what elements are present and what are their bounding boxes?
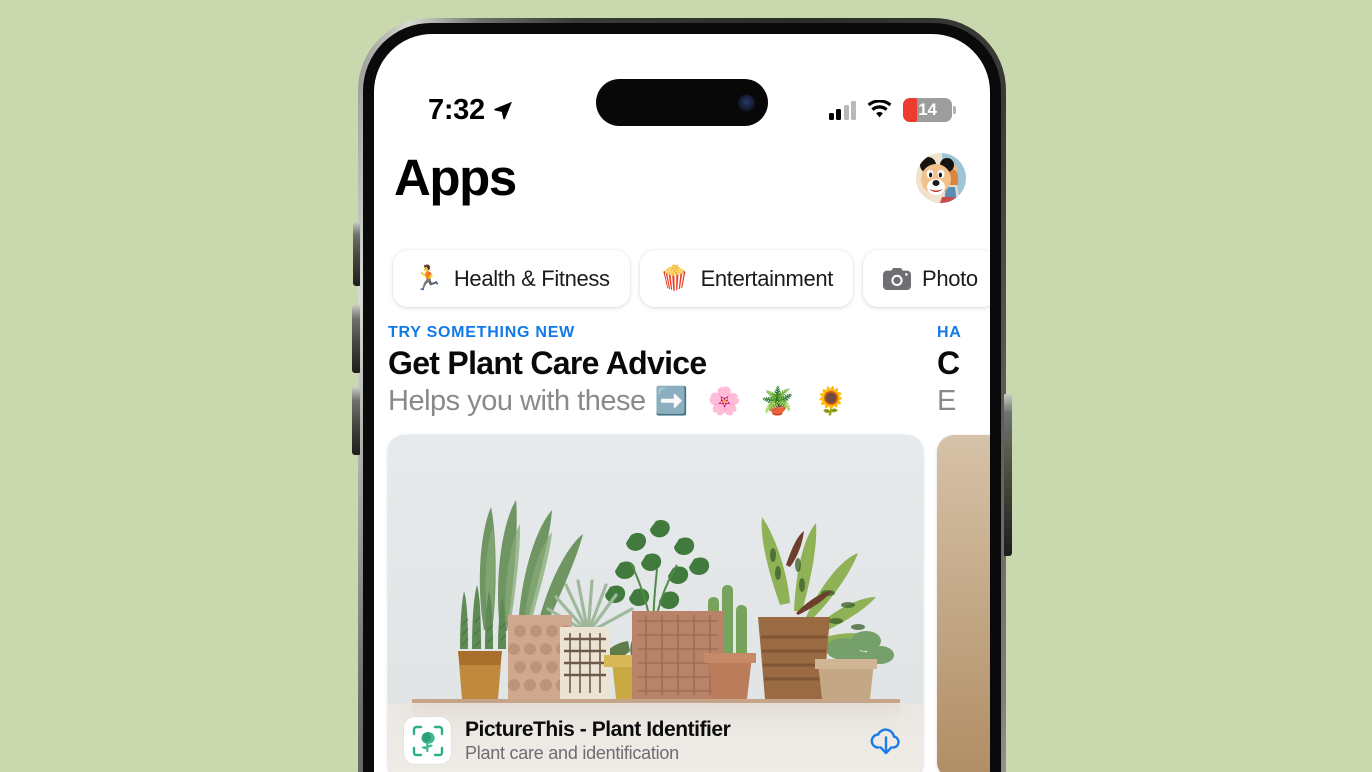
story-plant-care[interactable]: TRY SOMETHING NEW Get Plant Care Advice … xyxy=(388,324,923,772)
tab-label: Health & Fitness xyxy=(453,265,610,291)
tab-label: Entertainment xyxy=(700,265,834,291)
next-story-subtitle-row: E xyxy=(937,384,990,419)
next-card-thumbnail xyxy=(937,434,990,772)
silent-switch[interactable] xyxy=(353,222,360,286)
story-eyebrow: TRY SOMETHING NEW xyxy=(388,324,575,341)
cellular-bars-icon xyxy=(828,100,856,120)
app-card-footer[interactable]: PictureThis - Plant Identifier Plant car… xyxy=(388,702,923,772)
dynamic-island xyxy=(596,79,768,126)
next-story-eyebrow: HA xyxy=(937,324,962,341)
story-subtitle: Helps you with these xyxy=(388,385,646,418)
runner-icon: 🏃 xyxy=(413,264,443,292)
app-description: Plant care and identification xyxy=(465,743,679,764)
next-story-title: C xyxy=(937,345,960,381)
category-tab-bar[interactable]: 🏃 Health & Fitness 🍿 Entertainment Photo xyxy=(374,250,990,307)
wifi-icon xyxy=(867,100,892,118)
popcorn-icon: 🍿 xyxy=(659,264,690,292)
tab-health-fitness[interactable]: 🏃 Health & Fitness xyxy=(393,250,630,307)
plant-scan-glyph xyxy=(412,725,443,757)
story-subtitle-emojis: ➡️ 🌸 🪴 🌻 xyxy=(654,386,854,417)
status-bar-right: 14 xyxy=(828,98,956,122)
page-header: Apps xyxy=(374,152,990,203)
app-feature-card[interactable]: PictureThis - Plant Identifier Plant car… xyxy=(388,434,923,772)
story-title: Get Plant Care Advice xyxy=(388,345,707,381)
tab-entertainment[interactable]: 🍿 Entertainment xyxy=(639,250,854,307)
clock-label: 7:32 xyxy=(428,93,485,126)
next-story-card[interactable]: HA C E xyxy=(937,324,990,772)
camera-icon xyxy=(883,267,912,290)
app-name: PictureThis - Plant Identifier xyxy=(465,718,731,742)
battery-nub xyxy=(953,106,956,114)
battery-percent-label: 14 xyxy=(918,100,937,119)
front-camera-icon xyxy=(738,94,755,111)
status-bar-left: 7:32 xyxy=(428,94,514,127)
battery-fill xyxy=(903,98,917,122)
story-subtitle-row: Helps you with these ➡️ 🌸 🪴 🌻 xyxy=(388,384,923,419)
avatar-image xyxy=(916,152,966,203)
story-rail[interactable]: TRY SOMETHING NEW Get Plant Care Advice … xyxy=(374,324,990,772)
tab-photo-video[interactable]: Photo xyxy=(863,250,990,307)
phone-bezel: 7:32 14 Apps 🏃 Health & Fitness 🍿 Entert… xyxy=(363,23,1001,772)
battery-indicator: 14 xyxy=(903,98,956,122)
icloud-download-icon[interactable] xyxy=(867,722,905,760)
volume-down-button[interactable] xyxy=(352,387,360,455)
location-arrow-icon xyxy=(494,101,512,120)
power-button[interactable] xyxy=(1004,394,1012,556)
plant-scan-icon xyxy=(404,717,451,765)
phone-device: 7:32 14 Apps 🏃 Health & Fitness 🍿 Entert… xyxy=(358,18,1006,772)
phone-screen: 7:32 14 Apps 🏃 Health & Fitness 🍿 Entert… xyxy=(374,34,990,772)
page-title: Apps xyxy=(394,149,517,206)
volume-up-button[interactable] xyxy=(352,305,360,373)
next-story-subtitle: E xyxy=(937,385,956,418)
tab-label: Photo xyxy=(922,265,978,291)
avatar[interactable] xyxy=(916,152,966,203)
app-meta: PictureThis - Plant Identifier Plant car… xyxy=(465,717,853,765)
